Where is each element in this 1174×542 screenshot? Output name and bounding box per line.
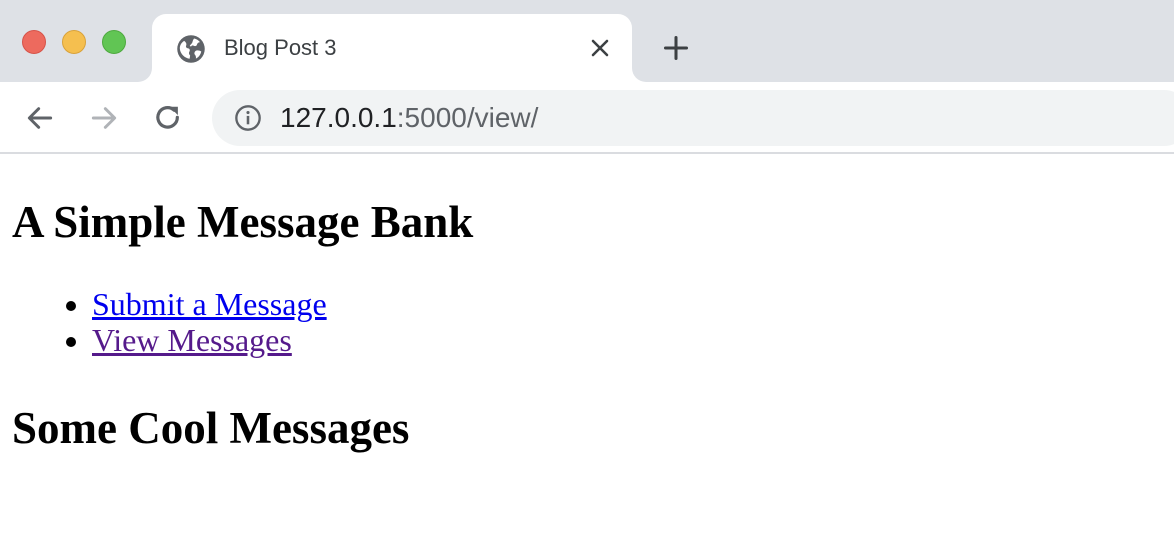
toolbar: 127.0.0.1:5000/view/ [0,82,1174,154]
close-icon[interactable] [588,36,612,60]
globe-icon [177,35,205,63]
page-title: A Simple Message Bank [12,197,474,247]
url-path: :5000/view/ [396,102,539,133]
tab-strip: Blog Post 3 [0,0,1174,82]
tab-blog-post-3[interactable]: Blog Post 3 [152,14,632,82]
reload-icon[interactable] [152,102,184,134]
minimize-window-button[interactable] [62,30,86,54]
submit-message-link[interactable]: Submit a Message [92,286,327,322]
maximize-window-button[interactable] [102,30,126,54]
page-content: A Simple Message Bank Submit a Message V… [0,156,1174,542]
address-bar[interactable]: 127.0.0.1:5000/view/ [212,90,1174,146]
view-messages-link[interactable]: View Messages [92,322,292,358]
plus-icon[interactable] [662,34,690,62]
url-text[interactable]: 127.0.0.1:5000/view/ [280,102,538,134]
nav-list: Submit a Message View Messages [12,286,1162,358]
browser-window: Blog Post 3 127.0.0.1:5000/view/ A Simpl… [0,0,1174,542]
list-item: View Messages [92,322,1162,358]
info-icon[interactable] [234,104,262,132]
arrow-left-icon[interactable] [24,102,56,134]
url-host: 127.0.0.1 [280,102,397,133]
arrow-right-icon[interactable] [88,102,120,134]
list-item: Submit a Message [92,286,1162,322]
close-window-button[interactable] [22,30,46,54]
section-heading: Some Cool Messages [12,403,410,453]
tab-title: Blog Post 3 [224,35,337,60]
